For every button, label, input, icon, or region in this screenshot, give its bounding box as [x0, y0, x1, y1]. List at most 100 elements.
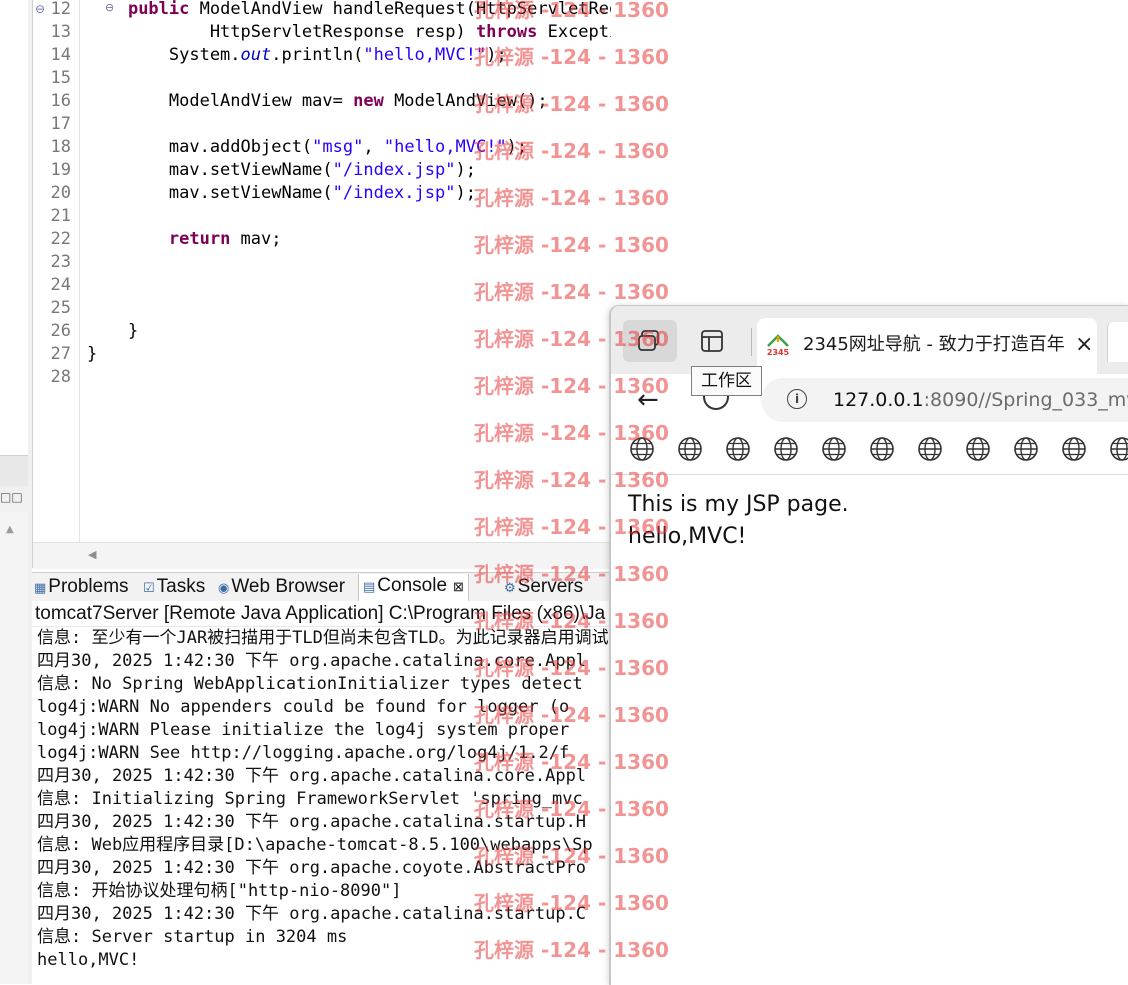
- code-line[interactable]: mav.addObject("msg", "hello,MVC!");: [87, 136, 527, 159]
- workspaces-tooltip: 工作区: [691, 366, 762, 396]
- edge-browser-window[interactable]: 2345 2345网址导航 - 致力于打造百年品牌 × 工作区 ← i 127.…: [609, 305, 1128, 985]
- code-line[interactable]: }: [87, 343, 97, 366]
- line-number: 27: [50, 344, 71, 364]
- tab-web-browser[interactable]: ◉ Web Browser: [218, 575, 345, 599]
- code-token: mav.setViewName(: [87, 183, 333, 203]
- site-info-icon[interactable]: i: [787, 389, 807, 409]
- globe-icon[interactable]: [677, 436, 703, 462]
- code-token: ,: [363, 137, 384, 157]
- code-token: throws: [475, 22, 538, 42]
- line-number: 18: [50, 137, 71, 157]
- tab-servers[interactable]: ⚙ Servers: [504, 575, 583, 599]
- back-arrow-icon[interactable]: ←: [637, 382, 659, 418]
- vertical-tabs-icon: [701, 330, 723, 352]
- browser-tab-2345[interactable]: 2345 2345网址导航 - 致力于打造百年品牌 ×: [757, 318, 1097, 374]
- line-number: 20: [50, 183, 71, 203]
- code-line[interactable]: System.out.println("hello,MVC!");: [87, 44, 507, 67]
- page-message-text: hello,MVC!: [628, 524, 747, 549]
- code-editor[interactable]: 12 13 14 15 16 17 18 19 20 21 22 23 24 25 26 27 28 ⊖ ⊖ pub…: [32, 0, 611, 569]
- line-number: 17: [50, 114, 71, 134]
- tab-label: Servers: [517, 576, 584, 597]
- svg-text:2345: 2345: [767, 348, 790, 357]
- code-line[interactable]: mav.setViewName("/index.jsp");: [87, 159, 476, 182]
- tab-problems[interactable]: ▦ Problems: [34, 575, 129, 599]
- code-token: "msg": [312, 137, 364, 157]
- workspaces-icon: [638, 330, 659, 351]
- code-line[interactable]: public ModelAndView handleRequest(HttpSe…: [87, 0, 611, 21]
- code-token: return: [168, 229, 231, 249]
- close-tab-icon[interactable]: ×: [1075, 332, 1093, 358]
- problems-icon: ▦: [34, 581, 47, 596]
- globe-icon[interactable]: [1013, 436, 1039, 462]
- code-line[interactable]: HttpServletResponse resp) throws Excepti…: [87, 21, 611, 44]
- workspaces-button[interactable]: [623, 320, 677, 362]
- line-number: 14: [50, 45, 71, 65]
- line-number-gutter: 12 13 14 15 16 17 18 19 20 21 22 23 24 25 26 27 28 ⊖ ⊖: [33, 0, 114, 542]
- minimize-maximize-buttons[interactable]: □□: [0, 490, 28, 510]
- globe-icon[interactable]: [629, 436, 655, 462]
- code-token: );: [455, 160, 476, 180]
- code-line[interactable]: mav.setViewName("/index.jsp");: [87, 182, 476, 205]
- console-line: 四月30, 2025 1:42:30 下午 org.apache.catalin…: [37, 766, 587, 786]
- code-line[interactable]: }: [87, 320, 138, 343]
- globe-icon[interactable]: [725, 436, 751, 462]
- globe-icon[interactable]: [1109, 436, 1128, 462]
- url-host: 127.0.0.1: [833, 389, 924, 411]
- servers-icon: ⚙: [504, 581, 516, 596]
- console-line: 信息: 至少有一个JAR被扫描用于TLD但尚未包含TLD。为此记录器启用调试日志…: [37, 628, 610, 648]
- code-area[interactable]: public ModelAndView handleRequest(HttpSe…: [87, 0, 611, 542]
- code-token: "/index.jsp": [332, 160, 456, 180]
- console-output[interactable]: 信息: 至少有一个JAR被扫描用于TLD但尚未包含TLD。为此记录器启用调试日志…: [32, 627, 610, 984]
- console-line: log4j:WARN See http://logging.apache.org…: [37, 743, 570, 763]
- console-line: 信息: No Spring WebApplicationInitializer …: [37, 674, 583, 694]
- tab-label: Web Browser: [231, 576, 346, 597]
- code-token: ModelAndView();: [383, 91, 548, 111]
- ide-left-strip: □□ ▲: [0, 0, 32, 984]
- code-token: "hello,MVC!": [363, 45, 487, 65]
- code-token: }: [87, 344, 98, 364]
- page-heading-text: This is my JSP page.: [628, 492, 849, 517]
- scroll-left-arrow-icon[interactable]: ◀: [88, 548, 96, 561]
- close-console-tab-icon[interactable]: ⊠: [453, 579, 464, 594]
- code-token: );: [455, 183, 476, 203]
- code-token: ModelAndView mav=: [87, 91, 354, 111]
- globe-icon[interactable]: [917, 436, 943, 462]
- editor-horizontal-scrollbar[interactable]: ◀: [33, 542, 611, 569]
- line-number: 15: [50, 68, 71, 88]
- browser-tab-next[interactable]: [1107, 322, 1128, 362]
- console-line: 四月30, 2025 1:42:30 下午 org.apache.catalin…: [37, 904, 587, 924]
- line-number: 25: [50, 298, 71, 318]
- url-text[interactable]: 127.0.0.1:8090//Spring_033_mvc: [833, 387, 1128, 413]
- line-number: 26: [50, 321, 71, 341]
- console-tab-bar: ▦ Problems ☑ Tasks ◉ Web Browser ▤ Console ⊠ ⚙ Ser…: [32, 572, 610, 602]
- fold-collapse-icon[interactable]: ⊖: [35, 0, 45, 21]
- code-line[interactable]: return mav;: [87, 228, 282, 251]
- page-content: This is my JSP page. hello,MVC!: [611, 475, 1128, 985]
- line-number: 22: [50, 229, 71, 249]
- web-browser-icon: ◉: [218, 581, 230, 596]
- vertical-tabs-button[interactable]: [691, 320, 733, 362]
- scroll-up-arrow-icon[interactable]: ▲: [6, 524, 14, 535]
- console-icon: ▤: [363, 580, 376, 595]
- line-number: 21: [50, 206, 71, 226]
- globe-icon[interactable]: [821, 436, 847, 462]
- left-scrollbar[interactable]: [0, 512, 28, 984]
- code-token: "/index.jsp": [332, 183, 456, 203]
- tab-console[interactable]: ▤ Console ⊠: [358, 574, 469, 601]
- tab-tasks[interactable]: ☑ Tasks: [143, 575, 205, 599]
- globe-icon[interactable]: [1061, 436, 1087, 462]
- globe-icon[interactable]: [869, 436, 895, 462]
- console-line: 四月30, 2025 1:42:30 下午 org.apache.catalin…: [37, 651, 587, 671]
- browser-tab-title: 2345网址导航 - 致力于打造百年品牌: [803, 334, 1065, 355]
- globe-icon[interactable]: [773, 436, 799, 462]
- console-line: 四月30, 2025 1:42:30 下午 org.apache.catalin…: [37, 812, 587, 832]
- code-line[interactable]: ModelAndView mav= new ModelAndView();: [87, 90, 548, 113]
- code-token: mav.addObject(: [87, 137, 313, 157]
- tab-label: Problems: [48, 576, 129, 597]
- code-token: );: [506, 137, 528, 157]
- globe-icon[interactable]: [965, 436, 991, 462]
- console-launch-description: tomcat7Server [Remote Java Application] …: [32, 601, 613, 627]
- address-bar[interactable]: i 127.0.0.1:8090//Spring_033_mvc: [761, 378, 1128, 422]
- code-token: HttpServletResponse resp): [87, 22, 476, 42]
